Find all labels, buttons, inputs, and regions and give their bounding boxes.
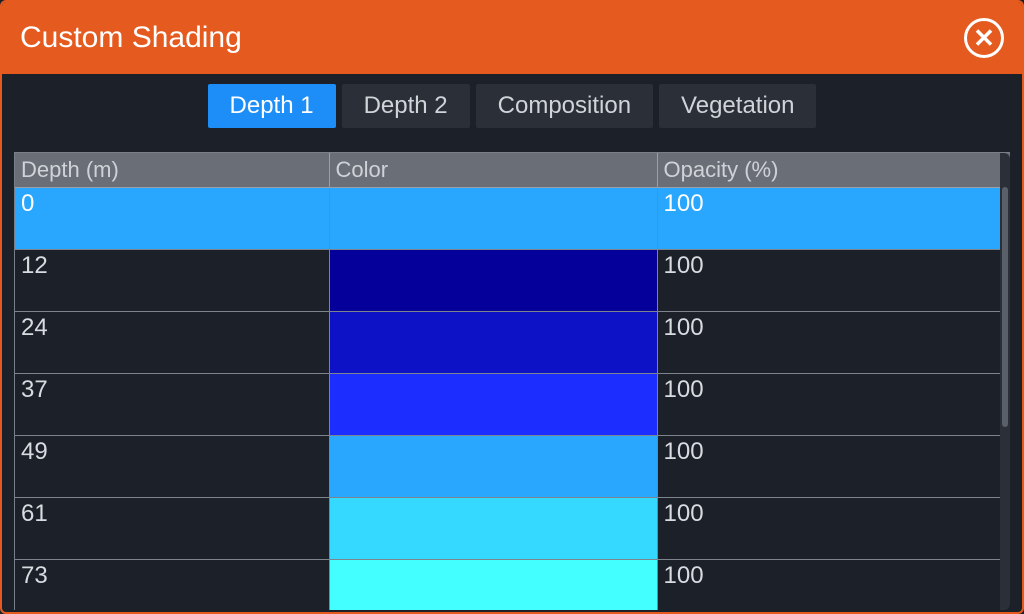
color-cell[interactable] bbox=[329, 312, 657, 374]
color-swatch bbox=[330, 498, 657, 559]
color-swatch bbox=[330, 560, 657, 610]
opacity-cell[interactable]: 100 bbox=[657, 374, 1010, 436]
tabs-bar: Depth 1 Depth 2 Composition Vegetation bbox=[2, 74, 1022, 132]
color-cell[interactable] bbox=[329, 560, 657, 611]
color-swatch bbox=[330, 374, 657, 435]
depth-cell[interactable]: 49 bbox=[15, 436, 329, 498]
close-icon: ✕ bbox=[973, 25, 995, 51]
table-row[interactable]: 73 100 bbox=[15, 560, 1010, 611]
depth-cell[interactable]: 12 bbox=[15, 250, 329, 312]
table-row[interactable]: 61 100 bbox=[15, 498, 1010, 560]
depth-value: 12 bbox=[21, 250, 323, 280]
color-cell[interactable] bbox=[329, 436, 657, 498]
depth-value: 24 bbox=[21, 312, 323, 342]
color-swatch bbox=[330, 436, 657, 497]
window-title: Custom Shading bbox=[20, 21, 242, 55]
tab-depth-2[interactable]: Depth 2 bbox=[342, 84, 470, 128]
column-header-color[interactable]: Color bbox=[329, 153, 657, 188]
table-row[interactable]: 49 100 bbox=[15, 436, 1010, 498]
color-cell[interactable] bbox=[329, 250, 657, 312]
opacity-value: 100 bbox=[664, 250, 993, 280]
table-row[interactable]: 12 100 bbox=[15, 250, 1010, 312]
opacity-cell[interactable]: 100 bbox=[657, 560, 1010, 611]
close-button[interactable]: ✕ bbox=[964, 18, 1004, 58]
opacity-value: 100 bbox=[664, 498, 993, 528]
opacity-value: 100 bbox=[664, 374, 993, 404]
opacity-cell[interactable]: 100 bbox=[657, 498, 1010, 560]
shading-table: Depth (m) Color Opacity (%) 010012100241… bbox=[15, 153, 1010, 610]
table-row[interactable]: 37 100 bbox=[15, 374, 1010, 436]
column-header-depth[interactable]: Depth (m) bbox=[15, 153, 329, 188]
tab-vegetation[interactable]: Vegetation bbox=[659, 84, 816, 128]
custom-shading-window: Custom Shading ✕ Depth 1 Depth 2 Composi… bbox=[0, 0, 1024, 614]
opacity-value: 100 bbox=[664, 188, 993, 218]
depth-cell[interactable]: 73 bbox=[15, 560, 329, 611]
depth-value: 0 bbox=[21, 188, 323, 218]
table-row[interactable]: 24 100 bbox=[15, 312, 1010, 374]
opacity-value: 100 bbox=[664, 312, 993, 342]
depth-cell[interactable]: 61 bbox=[15, 498, 329, 560]
shading-table-wrap: Depth (m) Color Opacity (%) 010012100241… bbox=[14, 152, 1010, 610]
color-swatch bbox=[330, 188, 657, 249]
depth-cell[interactable]: 0 bbox=[15, 188, 329, 250]
tab-composition[interactable]: Composition bbox=[476, 84, 653, 128]
opacity-cell[interactable]: 100 bbox=[657, 188, 1010, 250]
opacity-value: 100 bbox=[664, 560, 993, 590]
depth-value: 73 bbox=[21, 560, 323, 590]
depth-value: 49 bbox=[21, 436, 323, 466]
opacity-cell[interactable]: 100 bbox=[657, 312, 1010, 374]
titlebar: Custom Shading ✕ bbox=[2, 2, 1022, 74]
depth-value: 61 bbox=[21, 498, 323, 528]
scrollbar-thumb[interactable] bbox=[1002, 187, 1008, 427]
vertical-scrollbar[interactable] bbox=[1000, 153, 1010, 610]
opacity-cell[interactable]: 100 bbox=[657, 250, 1010, 312]
column-header-opacity[interactable]: Opacity (%) bbox=[657, 153, 1010, 188]
table-row[interactable]: 0 100 bbox=[15, 188, 1010, 250]
tab-depth-1[interactable]: Depth 1 bbox=[208, 84, 336, 128]
color-cell[interactable] bbox=[329, 188, 657, 250]
depth-cell[interactable]: 37 bbox=[15, 374, 329, 436]
depth-value: 37 bbox=[21, 374, 323, 404]
depth-cell[interactable]: 24 bbox=[15, 312, 329, 374]
opacity-cell[interactable]: 100 bbox=[657, 436, 1010, 498]
color-cell[interactable] bbox=[329, 374, 657, 436]
color-swatch bbox=[330, 312, 657, 373]
color-cell[interactable] bbox=[329, 498, 657, 560]
opacity-value: 100 bbox=[664, 436, 993, 466]
color-swatch bbox=[330, 250, 657, 311]
